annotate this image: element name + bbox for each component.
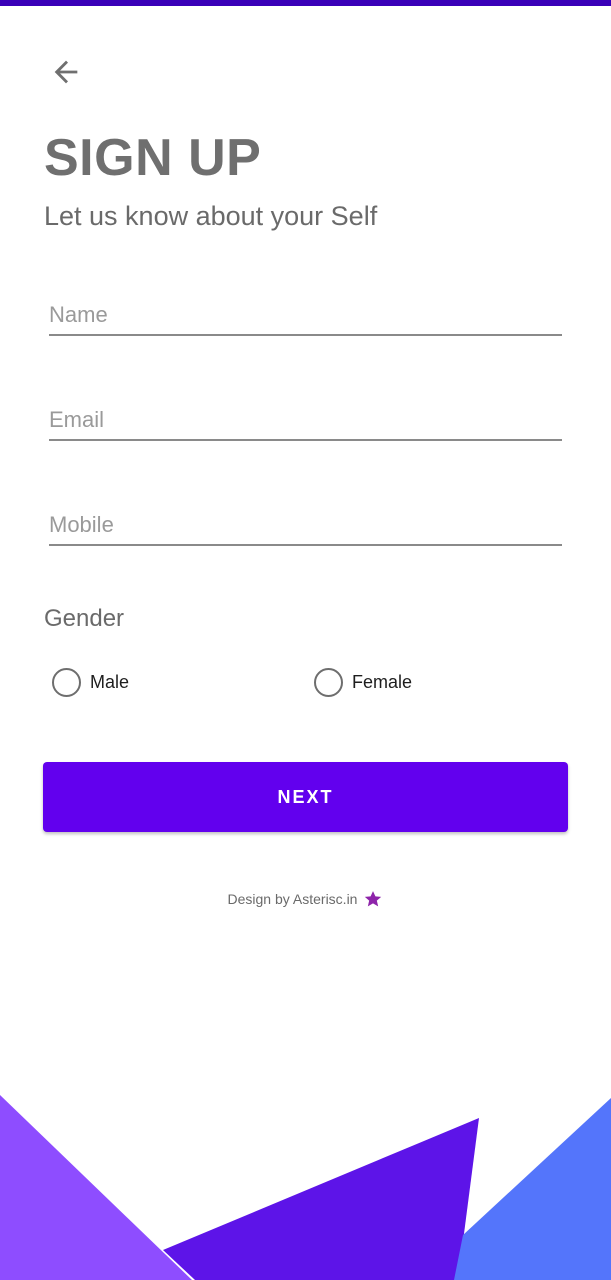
page-title: SIGN UP xyxy=(44,129,262,187)
name-input[interactable] xyxy=(49,286,562,334)
star-icon xyxy=(365,891,382,907)
radio-label-female: Female xyxy=(352,672,413,692)
arrow-left-icon xyxy=(54,60,78,84)
credit-text: Design by Asterisc.in xyxy=(227,891,358,907)
email-input[interactable] xyxy=(49,391,562,439)
gender-label: Gender xyxy=(44,605,125,632)
design-credit: Design by Asterisc.in xyxy=(0,889,611,909)
decorative-background-shapes xyxy=(0,1095,611,1280)
decor-shape-middle xyxy=(163,1118,479,1280)
next-button[interactable]: NEXT xyxy=(43,762,568,832)
back-button[interactable] xyxy=(44,50,88,94)
decor-shape-left xyxy=(0,1095,192,1280)
mobile-input[interactable] xyxy=(49,496,562,544)
email-field-container xyxy=(49,391,562,441)
mobile-field-container xyxy=(49,496,562,546)
radio-button-circle[interactable] xyxy=(314,668,343,697)
name-field-container xyxy=(49,286,562,336)
status-top-bar xyxy=(0,0,611,6)
gender-radio-male[interactable]: Male xyxy=(52,668,129,697)
radio-button-circle[interactable] xyxy=(52,668,81,697)
gender-radio-female[interactable]: Female xyxy=(314,668,412,697)
page-subtitle: Let us know about your Self xyxy=(44,201,378,231)
radio-label-male: Male xyxy=(90,672,130,692)
